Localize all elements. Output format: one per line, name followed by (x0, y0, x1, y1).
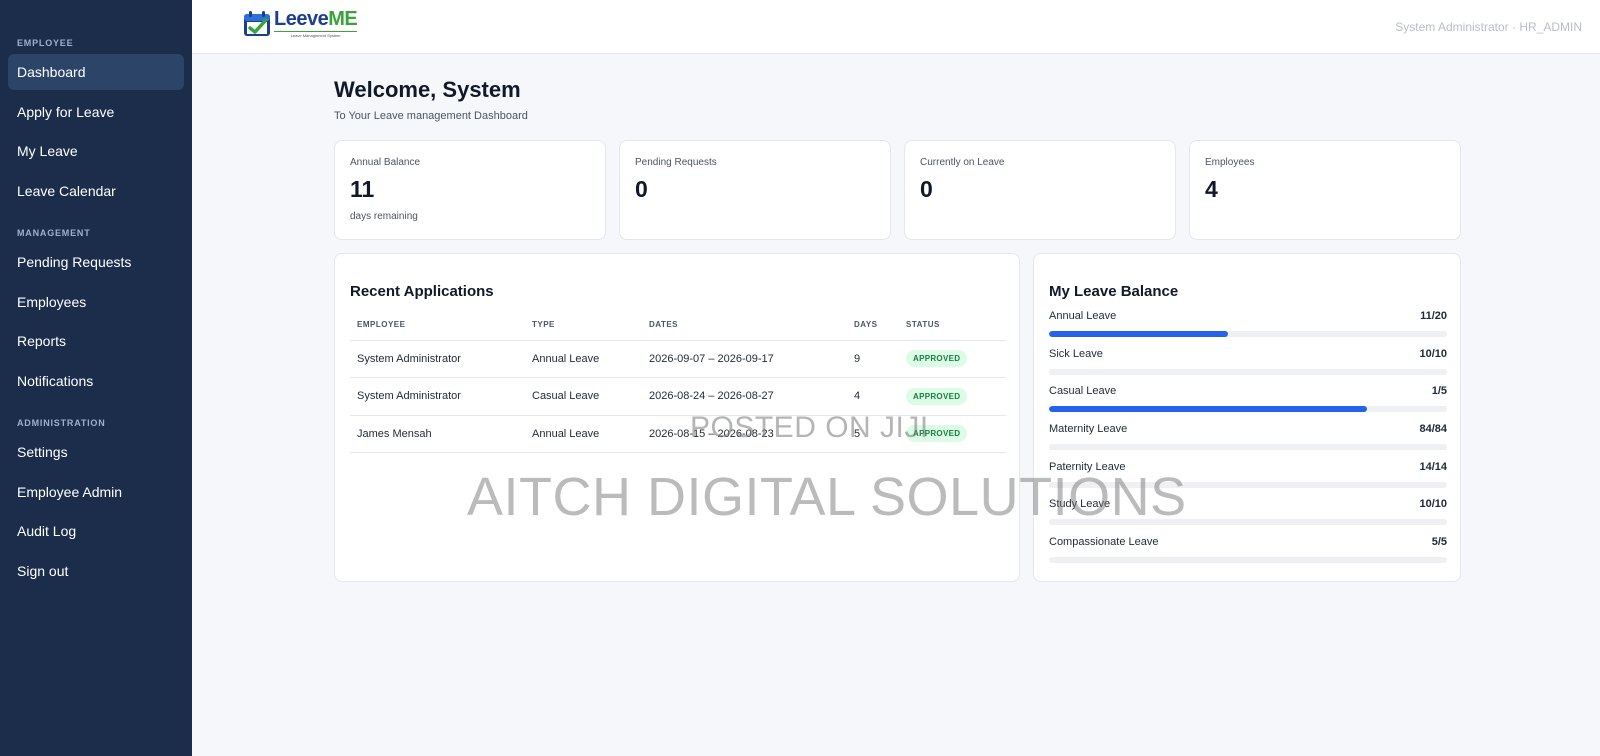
leave-type-name: Maternity Leave (1049, 423, 1128, 436)
top-bar: LeeveME Leave Management System System A… (192, 0, 1600, 54)
leave-balance-item: Maternity Leave 84/84 (1049, 423, 1447, 461)
panel-title: Recent Applications (350, 283, 494, 300)
stat-card-employees: Employees 4 (1189, 140, 1461, 240)
logo-tagline: Leave Management System (274, 31, 358, 38)
leave-type-name: Compassionate Leave (1049, 536, 1159, 549)
stat-note: days remaining (350, 211, 418, 222)
stat-label: Pending Requests (635, 157, 717, 168)
leave-type-name: Sick Leave (1049, 347, 1103, 360)
app-logo[interactable]: LeeveME Leave Management System (242, 8, 358, 38)
leave-balance-bar (1049, 557, 1447, 564)
leave-balance-item: Compassionate Leave 5/5 (1049, 536, 1447, 574)
cell-employee: System Administrator (350, 377, 525, 416)
cell-type: Annual Leave (525, 340, 642, 378)
leave-balance-fraction: 5/5 (1431, 536, 1447, 549)
column-header-status: STATUS (899, 310, 1006, 341)
leave-balance-fraction: 1/5 (1431, 385, 1447, 398)
table-row[interactable]: System Administrator Annual Leave 2026-0… (350, 340, 1006, 378)
leave-balance-bar (1049, 368, 1447, 375)
table-header-row: EMPLOYEE TYPE DATES DAYS STATUS (350, 310, 1006, 341)
leave-type-name: Casual Leave (1049, 385, 1117, 398)
column-header-dates: DATES (642, 310, 847, 341)
cell-employee: System Administrator (350, 340, 525, 378)
sidebar-section-administration: ADMINISTRATION (17, 418, 106, 428)
sidebar: EMPLOYEE Dashboard Apply for Leave My Le… (0, 0, 192, 756)
calendar-check-icon (242, 10, 272, 38)
leave-balance-bar (1049, 406, 1447, 413)
table-row[interactable]: System Administrator Casual Leave 2026-0… (350, 377, 1006, 416)
sidebar-item-employee-admin[interactable]: Employee Admin (8, 474, 184, 510)
leave-balance-fraction: 10/10 (1419, 347, 1447, 360)
sidebar-item-my-leave[interactable]: My Leave (8, 133, 184, 169)
leave-balance-bar (1049, 444, 1447, 451)
leave-balance-head: Annual Leave 11/20 (1049, 310, 1447, 322)
stat-card-currently-on-leave: Currently on Leave 0 (904, 140, 1176, 240)
watermark-company: AITCH DIGITAL SOLUTIONS (467, 467, 1187, 527)
leave-type-name: Annual Leave (1049, 310, 1117, 322)
page-title: Welcome, System (334, 77, 521, 102)
leave-balance-panel: My Leave Balance Annual Leave 11/20 Sick L… (1033, 253, 1461, 582)
sidebar-item-settings[interactable]: Settings (8, 434, 184, 470)
sidebar-item-employees[interactable]: Employees (8, 284, 184, 320)
stat-label: Currently on Leave (920, 157, 1005, 168)
stat-label: Employees (1205, 157, 1255, 168)
cell-type: Casual Leave (525, 377, 642, 416)
leave-balance-fraction: 84/84 (1419, 423, 1447, 436)
stat-label: Annual Balance (350, 157, 421, 168)
sidebar-item-dashboard[interactable]: Dashboard (8, 54, 184, 90)
sidebar-item-notifications[interactable]: Notifications (8, 363, 184, 399)
leave-balance-bar-fill (1049, 331, 1229, 337)
cell-status: APPROVED (899, 377, 1006, 416)
leave-balance-head: Casual Leave 1/5 (1049, 385, 1447, 397)
leave-balance-fraction: 11/20 (1420, 310, 1447, 322)
cell-days: 9 (847, 340, 899, 378)
sidebar-item-reports[interactable]: Reports (8, 323, 184, 359)
stat-value: 0 (635, 176, 648, 202)
leave-balance-item: Annual Leave 11/20 (1049, 310, 1447, 348)
column-header-employee: EMPLOYEE (350, 310, 525, 341)
leave-balance-bar (1049, 331, 1447, 337)
leave-balance-head: Maternity Leave 84/84 (1049, 423, 1447, 435)
leave-balance-list: Annual Leave 11/20 Sick Leave 10/10 Casual L… (1049, 310, 1447, 574)
sidebar-item-audit-log[interactable]: Audit Log (8, 513, 184, 549)
sidebar-item-apply-for-leave[interactable]: Apply for Leave (8, 94, 184, 130)
leave-balance-fraction: 10/10 (1419, 498, 1447, 511)
leave-balance-fraction: 14/14 (1419, 460, 1447, 473)
stat-card-annual-balance: Annual Balance 11 days remaining (334, 140, 606, 240)
stat-card-pending-requests: Pending Requests 0 (619, 140, 891, 240)
logo-wordmark: LeeveME (274, 8, 358, 30)
cell-status: APPROVED (899, 340, 1006, 378)
leave-balance-item: Casual Leave 1/5 (1049, 385, 1447, 423)
sidebar-item-leave-calendar[interactable]: Leave Calendar (8, 173, 184, 209)
stat-value: 4 (1205, 176, 1218, 202)
column-header-days: DAYS (847, 310, 899, 341)
stat-value: 0 (920, 176, 933, 202)
sidebar-item-pending-requests[interactable]: Pending Requests (8, 244, 184, 280)
leave-balance-item: Sick Leave 10/10 (1049, 348, 1447, 386)
panel-title: My Leave Balance (1049, 283, 1179, 300)
leave-balance-head: Compassionate Leave 5/5 (1049, 536, 1447, 548)
current-user: System Administrator · HR_ADMIN (1395, 20, 1582, 34)
cell-dates: 2026-08-24 – 2026-08-27 (642, 377, 847, 416)
cell-employee: James Mensah (350, 415, 525, 453)
cell-days: 4 (847, 377, 899, 416)
sidebar-section-employee: EMPLOYEE (17, 38, 74, 48)
stat-value: 11 (350, 176, 375, 202)
cell-dates: 2026-09-07 – 2026-09-17 (642, 340, 847, 378)
status-badge: APPROVED (906, 350, 968, 368)
sidebar-item-sign-out[interactable]: Sign out (8, 553, 184, 589)
status-badge: APPROVED (906, 387, 968, 405)
leave-balance-head: Sick Leave 10/10 (1049, 348, 1447, 360)
column-header-type: TYPE (525, 310, 642, 341)
cell-type: Annual Leave (525, 415, 642, 453)
leave-balance-bar-fill (1049, 406, 1368, 413)
watermark-posted-on: POSTED ON JIJI (690, 411, 929, 444)
page-subtitle: To Your Leave management Dashboard (334, 110, 528, 122)
sidebar-section-management: MANAGEMENT (17, 228, 91, 238)
